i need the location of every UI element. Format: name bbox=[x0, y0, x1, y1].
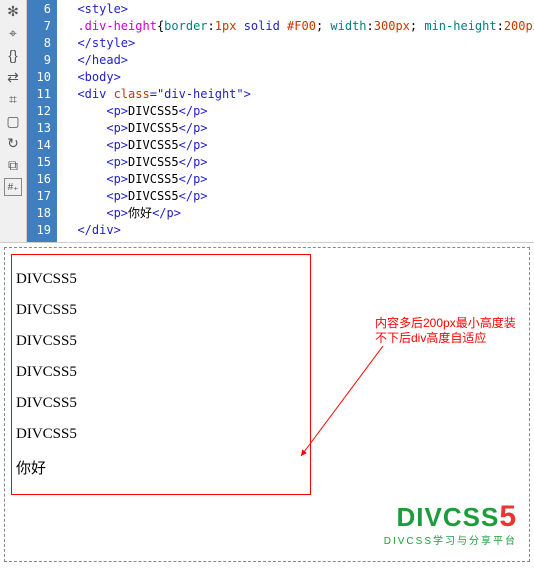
code-line[interactable]: <p>DIVCSS5</p> bbox=[63, 188, 534, 205]
file-icon[interactable]: ▢ bbox=[4, 112, 22, 130]
editor-toolbar: ✻ ⌖ {} ⇄ ⌗ ▢ ↻ ⧉ #₊ bbox=[0, 0, 27, 242]
code-line[interactable]: <p>DIVCSS5</p> bbox=[63, 171, 534, 188]
code-editor-pane: ✻ ⌖ {} ⇄ ⌗ ▢ ↻ ⧉ #₊ 67891011121314151617… bbox=[0, 0, 534, 243]
line-number: 10 bbox=[27, 69, 51, 86]
preview-paragraph: 你好 bbox=[16, 457, 306, 478]
code-line[interactable]: .div-height{border:1px solid #F00; width… bbox=[63, 18, 534, 35]
line-number: 7 bbox=[27, 18, 51, 35]
code-line[interactable]: </style> bbox=[63, 35, 534, 52]
line-number-gutter: 678910111213141516171819 bbox=[27, 0, 57, 242]
annotation-line1: 内容多后200px最小高度装 bbox=[375, 316, 516, 330]
line-number: 17 bbox=[27, 188, 51, 205]
code-line[interactable]: <p>你好</p> bbox=[63, 205, 534, 222]
link-icon[interactable]: ⧉ bbox=[4, 156, 22, 174]
code-line[interactable]: <div class="div-height"> bbox=[63, 86, 534, 103]
code-line[interactable]: <body> bbox=[63, 69, 534, 86]
line-number: 16 bbox=[27, 171, 51, 188]
preview-paragraph: DIVCSS5 bbox=[16, 395, 306, 412]
line-number: 19 bbox=[27, 222, 51, 239]
preview-paragraph: DIVCSS5 bbox=[16, 302, 306, 319]
line-number: 11 bbox=[27, 86, 51, 103]
hash-icon[interactable]: ⌗ bbox=[4, 90, 22, 108]
div-height-box: DIVCSS5 DIVCSS5 DIVCSS5 DIVCSS5 DIVCSS5 DIVCS… bbox=[11, 254, 311, 495]
braces-icon[interactable]: {} bbox=[4, 46, 22, 64]
code-line[interactable]: <p>DIVCSS5</p> bbox=[63, 154, 534, 171]
code-line[interactable]: <p>DIVCSS5</p> bbox=[63, 120, 534, 137]
line-number: 12 bbox=[27, 103, 51, 120]
logo-subtitle: DIVCSS学习与分享平台 bbox=[384, 532, 517, 547]
line-number: 14 bbox=[27, 137, 51, 154]
bracket-plus-icon[interactable]: #₊ bbox=[4, 178, 22, 196]
code-line[interactable]: <p>DIVCSS5</p> bbox=[63, 103, 534, 120]
code-line[interactable]: <style> bbox=[63, 1, 534, 18]
gear-icon[interactable]: ✻ bbox=[4, 2, 22, 20]
logo: DIVCSS5 DIVCSS学习与分享平台 bbox=[384, 500, 517, 547]
code-line[interactable]: </head> bbox=[63, 52, 534, 69]
logo-part2: CSS bbox=[443, 502, 499, 532]
logo-part3: 5 bbox=[499, 500, 517, 533]
code-line[interactable]: <p>DIVCSS5</p> bbox=[63, 137, 534, 154]
preview-paragraph: DIVCSS5 bbox=[16, 364, 306, 381]
logo-part1: DIV bbox=[397, 502, 443, 532]
swap-icon[interactable]: ⇄ bbox=[4, 68, 22, 86]
preview-pane: DIVCSS5DIVCSS5DIVCSS5DIVCSS5DIVCSS5DIVCS… bbox=[4, 247, 530, 562]
line-number: 13 bbox=[27, 120, 51, 137]
code-line[interactable]: </div> bbox=[63, 222, 534, 239]
preview-paragraph: DIVCSS5 bbox=[16, 271, 306, 288]
logo-main: DIVCSS5 bbox=[384, 500, 517, 534]
preview-paragraph: DIVCSS5 bbox=[16, 426, 306, 443]
annotation-text: 内容多后200px最小高度装 不下后div高度自适应 bbox=[375, 316, 516, 346]
line-number: 6 bbox=[27, 1, 51, 18]
arrow-icon bbox=[295, 326, 395, 466]
line-number: 9 bbox=[27, 52, 51, 69]
reload-icon[interactable]: ↻ bbox=[4, 134, 22, 152]
line-number: 8 bbox=[27, 35, 51, 52]
target-icon[interactable]: ⌖ bbox=[4, 24, 22, 42]
line-number: 18 bbox=[27, 205, 51, 222]
code-area[interactable]: <style> .div-height{border:1px solid #F0… bbox=[57, 0, 534, 242]
line-number: 15 bbox=[27, 154, 51, 171]
preview-paragraph: DIVCSS5 bbox=[16, 333, 306, 350]
